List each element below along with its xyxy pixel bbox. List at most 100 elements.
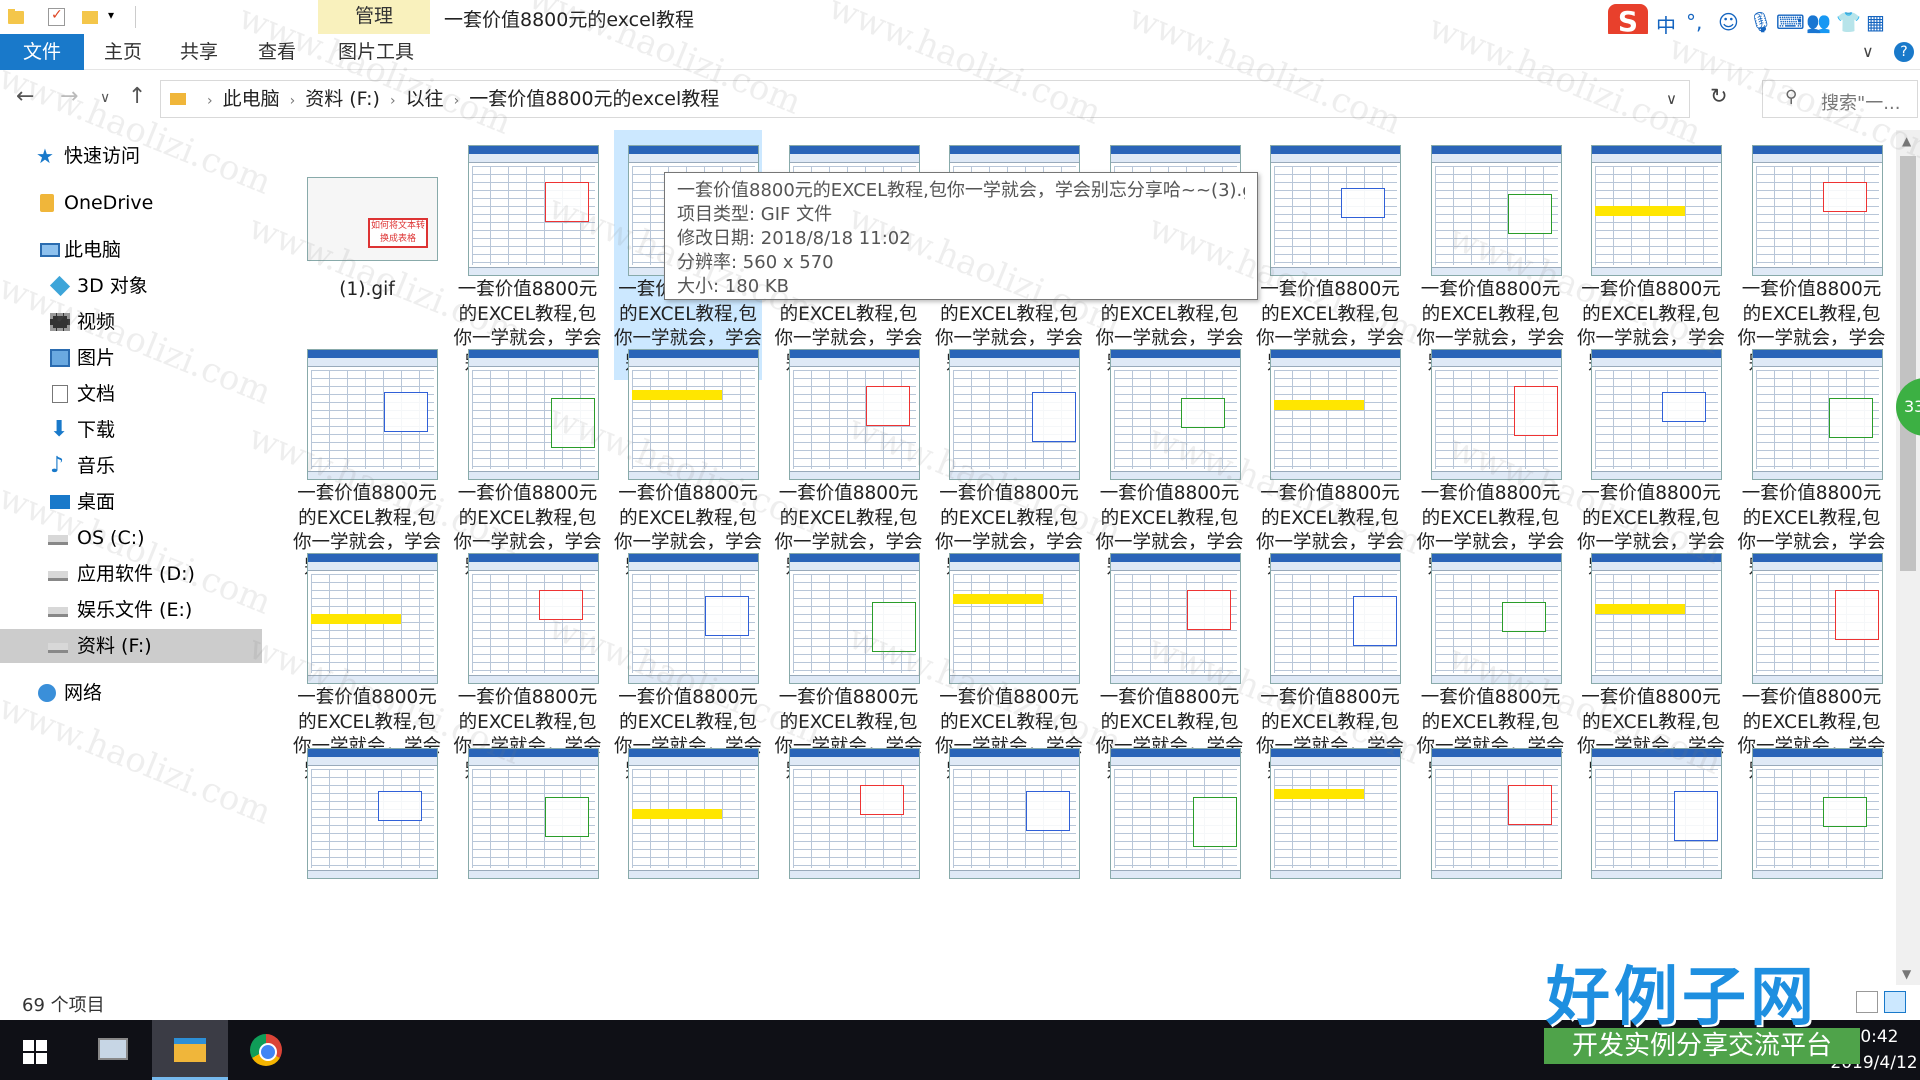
thumbnail-tb2	[629, 154, 758, 163]
breadcrumb-separator[interactable]: ›	[207, 93, 213, 109]
file-item[interactable]	[1096, 742, 1244, 985]
file-item[interactable]	[935, 742, 1083, 985]
ribbon-collapse-icon[interactable]: ∨	[1862, 42, 1874, 61]
file-thumbnail	[1751, 349, 1883, 480]
back-button[interactable]: ←	[16, 84, 34, 109]
thumbnail-sb	[1752, 675, 1882, 683]
thumbnail-highlight	[1032, 392, 1076, 442]
file-item[interactable]	[614, 742, 762, 985]
thumbnail-sb	[1271, 870, 1400, 878]
taskbar-app-chrome[interactable]	[228, 1020, 304, 1080]
file-item[interactable]	[454, 742, 602, 985]
nav-item-downloads[interactable]: ⬇ 下载	[0, 413, 262, 447]
breadcrumb-past[interactable]: 以往	[406, 88, 444, 110]
thumbnail-grid	[1755, 166, 1879, 265]
tab-home[interactable]: 主页	[90, 34, 156, 70]
nav-item-videos[interactable]: 视频	[0, 305, 262, 339]
nav-item-onedrive[interactable]: OneDrive	[0, 186, 262, 220]
file-thumbnail	[1109, 553, 1241, 684]
taskbar-clock[interactable]: 10:42 2019/4/12	[1830, 1024, 1918, 1076]
quick-access-dropdown-icon[interactable]: ▾	[108, 8, 130, 30]
breadcrumb-this-pc[interactable]: 此电脑	[223, 88, 280, 110]
breadcrumb-separator[interactable]: ›	[290, 93, 296, 109]
folder-icon[interactable]	[6, 6, 28, 28]
nav-item-quick-access[interactable]: ★ 快速访问	[0, 139, 262, 173]
thumbnail-tb1	[1431, 350, 1561, 358]
file-name: (1).gif	[339, 279, 395, 300]
microphone-icon[interactable]: 🎙	[1748, 10, 1773, 34]
emoji-icon[interactable]: ☺	[1718, 10, 1739, 34]
skin-icon[interactable]: 👕	[1836, 10, 1861, 34]
thumbnail-highlight	[550, 398, 595, 448]
nav-item-drive-c[interactable]: OS (C:)	[0, 521, 262, 555]
scrollbar-thumb[interactable]	[1900, 156, 1916, 571]
file-thumbnail	[1109, 748, 1241, 879]
up-button[interactable]: ↑	[128, 84, 146, 109]
breadcrumb-separator[interactable]: ›	[390, 93, 396, 109]
start-button[interactable]	[0, 1020, 76, 1080]
new-folder-icon[interactable]	[80, 6, 102, 28]
tab-share[interactable]: 共享	[166, 34, 232, 70]
nav-item-network[interactable]: 网络	[0, 676, 262, 710]
ribbon-tabs: 文件 主页 共享 查看 图片工具 ∨ ?	[0, 34, 1920, 70]
tab-view[interactable]: 查看	[244, 34, 310, 70]
nav-item-music[interactable]: ♪ 音乐	[0, 449, 262, 483]
thumbnail-sb	[629, 870, 758, 878]
breadcrumb-drive-f[interactable]: 资料 (F:)	[305, 88, 380, 110]
tab-file[interactable]: 文件	[0, 34, 84, 70]
thumbnail-tb1	[308, 350, 437, 358]
file-thumbnail	[1270, 553, 1401, 684]
thumbnail-highlight	[538, 590, 583, 620]
file-item[interactable]	[1577, 742, 1725, 985]
address-dropdown-icon[interactable]: ∨	[1666, 81, 1677, 117]
thumbnail-tb1	[468, 350, 598, 358]
nav-label: 应用软件 (D:)	[77, 563, 195, 585]
thumbnail-tb2	[1271, 358, 1400, 367]
breadcrumb-current-folder[interactable]: 一套价值8800元的excel教程	[469, 88, 719, 110]
file-item[interactable]	[293, 742, 441, 985]
keyboard-icon[interactable]: ⌨	[1776, 10, 1805, 34]
file-item[interactable]	[775, 742, 923, 985]
tab-picture-tools[interactable]: 图片工具	[326, 34, 426, 70]
thumbnail-highlight	[384, 392, 428, 432]
nav-item-3d-objects[interactable]: 3D 对象	[0, 269, 262, 303]
breadcrumb-separator[interactable]: ›	[454, 93, 460, 109]
file-thumbnail	[1751, 145, 1883, 276]
thumbnail-tb2	[1752, 154, 1882, 163]
forward-button[interactable]: →	[60, 84, 78, 109]
refresh-icon[interactable]: ↻	[1710, 84, 1728, 108]
thumbnail-sb	[308, 471, 437, 479]
nav-item-drive-d[interactable]: 应用软件 (D:)	[0, 557, 262, 591]
taskbar-app-monitor[interactable]	[76, 1020, 152, 1080]
help-icon[interactable]: ?	[1894, 42, 1914, 62]
scroll-up-icon[interactable]: ▲	[1902, 134, 1911, 148]
search-input[interactable]: ⚲ 搜索"一...	[1762, 80, 1918, 118]
file-thumbnail	[1430, 748, 1562, 879]
vertical-scrollbar[interactable]: ▲ ▼	[1896, 130, 1920, 985]
file-item[interactable]	[1417, 742, 1565, 985]
pc-icon	[40, 243, 60, 257]
cloud-icon	[40, 194, 54, 212]
nav-item-documents[interactable]: 文档	[0, 377, 262, 411]
ime-punctuation[interactable]: °,	[1686, 10, 1702, 34]
nav-item-desktop[interactable]: 桌面	[0, 485, 262, 519]
tools-icon[interactable]: ▦	[1866, 10, 1885, 34]
users-icon[interactable]: 👥	[1806, 10, 1831, 34]
taskbar-app-file-explorer[interactable]	[152, 1020, 228, 1080]
large-icons-view-button[interactable]	[1884, 991, 1906, 1013]
nav-item-pictures[interactable]: 图片	[0, 341, 262, 375]
thumbnail-tb2	[789, 757, 919, 766]
address-bar[interactable]: › 此电脑 › 资料 (F:) › 以往 › 一套价值8800元的excel教程 ∨	[160, 80, 1690, 118]
file-item[interactable]	[1256, 742, 1404, 985]
details-view-button[interactable]	[1856, 991, 1878, 1013]
scroll-down-icon[interactable]: ▼	[1902, 967, 1911, 981]
recent-locations-button[interactable]: ∨	[100, 90, 110, 106]
nav-item-drive-f[interactable]: 资料 (F:)	[0, 629, 262, 663]
thumbnail-sb	[468, 870, 598, 878]
nav-item-drive-e[interactable]: 娱乐文件 (E:)	[0, 593, 262, 627]
manage-context-tab[interactable]: 管理	[318, 0, 430, 34]
properties-icon[interactable]: ✓	[46, 6, 68, 28]
nav-item-this-pc[interactable]: 此电脑	[0, 233, 262, 267]
file-item[interactable]	[1738, 742, 1886, 985]
thumbnail-sb	[1592, 870, 1721, 878]
